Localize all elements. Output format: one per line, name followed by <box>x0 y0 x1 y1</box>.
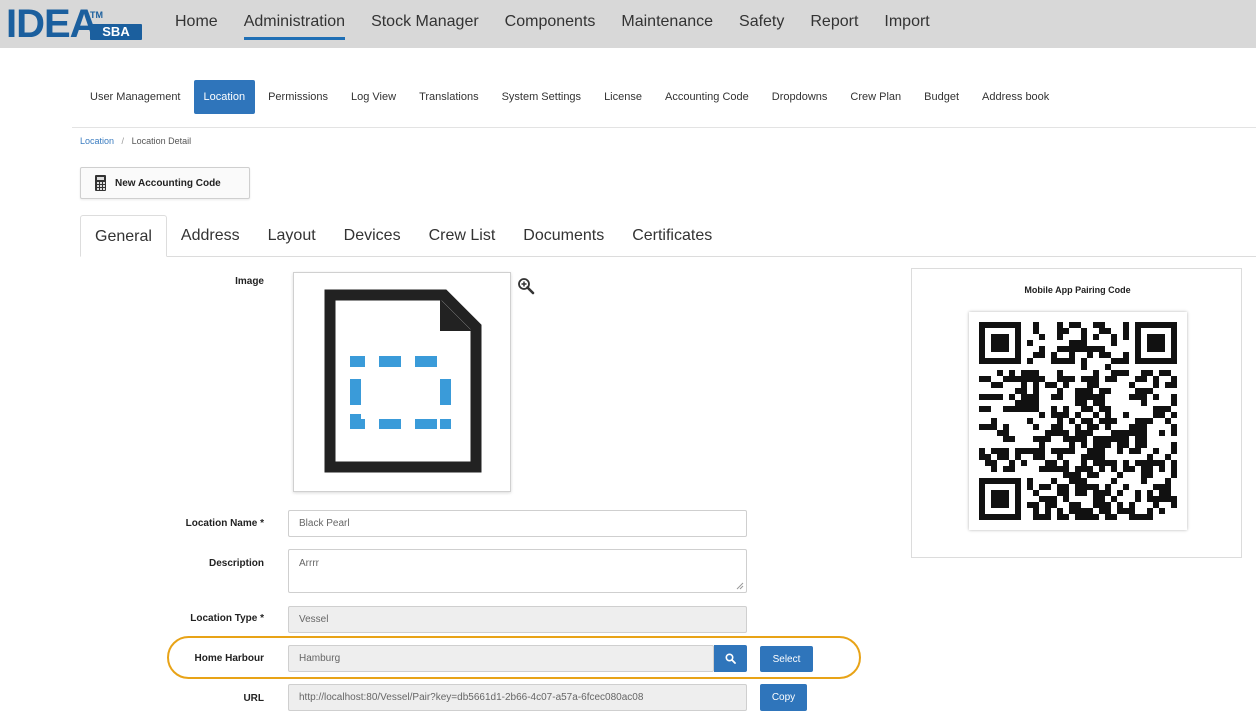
pairing-title: Mobile App Pairing Code <box>1024 285 1131 295</box>
image-label: Image <box>235 276 264 287</box>
tab-crew-list[interactable]: Crew List <box>415 215 510 257</box>
resize-handle-icon[interactable] <box>736 582 744 590</box>
tabs-divider <box>80 256 1256 257</box>
nav-administration[interactable]: Administration <box>243 0 346 48</box>
home-harbour-select-button[interactable]: Select <box>760 646 813 672</box>
top-navbar: IDEA TM SBA Home Administration Stock Ma… <box>0 0 1256 48</box>
search-icon <box>725 653 736 664</box>
main-nav: Home Administration Stock Manager Compon… <box>175 0 956 48</box>
tab-general[interactable]: General <box>80 215 167 257</box>
home-harbour-label: Home Harbour <box>194 653 264 664</box>
subnav-user-management[interactable]: User Management <box>80 80 191 114</box>
logo-trademark: TM <box>90 10 103 20</box>
logo-badge: SBA <box>90 24 142 40</box>
breadcrumb-location-link[interactable]: Location <box>80 136 114 146</box>
url-label: URL <box>243 693 264 704</box>
nav-import[interactable]: Import <box>884 0 929 48</box>
tab-layout[interactable]: Layout <box>254 215 330 257</box>
location-tabs: General Address Layout Devices Crew List… <box>80 215 726 257</box>
subnav-license[interactable]: License <box>594 80 652 114</box>
admin-subnav: User Management Location Permissions Log… <box>80 80 1062 114</box>
copy-url-button[interactable]: Copy <box>760 684 807 711</box>
home-harbour-input[interactable]: Hamburg <box>288 645 714 672</box>
nav-report[interactable]: Report <box>810 0 858 48</box>
tab-certificates[interactable]: Certificates <box>618 215 726 257</box>
breadcrumb: Location / Location Detail <box>80 136 191 146</box>
new-accounting-code-label: New Accounting Code <box>115 177 221 189</box>
nav-safety[interactable]: Safety <box>739 0 784 48</box>
tab-devices[interactable]: Devices <box>330 215 415 257</box>
subnav-address-book[interactable]: Address book <box>972 80 1059 114</box>
breadcrumb-separator: / <box>121 136 125 146</box>
zoom-in-icon[interactable] <box>517 277 535 295</box>
subnav-log-view[interactable]: Log View <box>341 80 406 114</box>
image-placeholder-icon <box>324 289 482 473</box>
description-textarea[interactable]: Arrrr <box>288 549 747 593</box>
nav-stock-manager[interactable]: Stock Manager <box>371 0 479 48</box>
qr-code-icon <box>969 312 1187 530</box>
new-accounting-code-button[interactable]: New Accounting Code <box>80 167 250 199</box>
breadcrumb-current: Location Detail <box>131 136 192 146</box>
logo-text: IDEA <box>6 2 99 46</box>
subnav-crew-plan[interactable]: Crew Plan <box>840 80 911 114</box>
subnav-location[interactable]: Location <box>193 80 256 114</box>
subnav-budget[interactable]: Budget <box>914 80 969 114</box>
location-type-label: Location Type * <box>190 613 264 624</box>
location-image[interactable] <box>293 272 511 492</box>
subnav-accounting-code[interactable]: Accounting Code <box>655 80 759 114</box>
description-value: Arrrr <box>299 558 319 569</box>
description-label: Description <box>208 558 264 569</box>
calculator-icon <box>95 175 106 191</box>
nav-maintenance[interactable]: Maintenance <box>621 0 713 48</box>
subnav-system-settings[interactable]: System Settings <box>492 80 591 114</box>
qr-code-graphic <box>979 322 1177 520</box>
subnav-translations[interactable]: Translations <box>409 80 489 114</box>
location-type-input: Vessel <box>288 606 747 633</box>
url-input[interactable]: http://localhost:80/Vessel/Pair?key=db56… <box>288 684 747 711</box>
tab-documents[interactable]: Documents <box>509 215 618 257</box>
subnav-divider <box>72 127 1256 128</box>
location-name-input[interactable]: Black Pearl <box>288 510 747 537</box>
subnav-permissions[interactable]: Permissions <box>258 80 338 114</box>
tab-address[interactable]: Address <box>167 215 254 257</box>
nav-home[interactable]: Home <box>175 0 218 48</box>
subnav-dropdowns[interactable]: Dropdowns <box>762 80 838 114</box>
location-name-label: Location Name * <box>185 518 264 529</box>
mobile-pairing-card: Mobile App Pairing Code <box>911 268 1242 558</box>
nav-components[interactable]: Components <box>505 0 596 48</box>
home-harbour-search-button[interactable] <box>714 645 747 672</box>
